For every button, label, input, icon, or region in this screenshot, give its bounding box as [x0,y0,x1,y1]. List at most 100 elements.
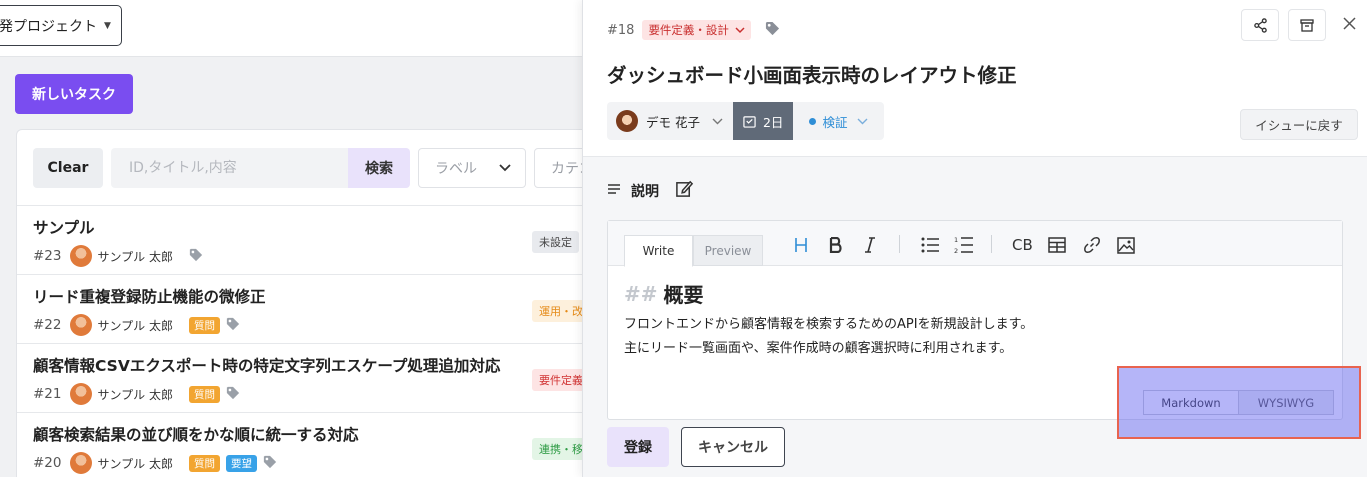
description-header: 説明 [607,179,694,202]
status-badge: 未設定 [532,231,579,253]
code-block-icon[interactable]: CB [1012,234,1033,256]
svg-text:1: 1 [954,236,958,244]
svg-text:2: 2 [954,247,958,254]
assignee-name: デモ 花子 [646,114,700,130]
highlight-overlay [1117,366,1361,439]
tab-preview[interactable]: Preview [693,235,763,266]
category-select[interactable]: カテゴ [534,148,582,188]
issue-id: #18 [607,22,635,38]
task-title: サンプル [33,219,95,237]
description-title: 説明 [631,183,659,200]
task-row[interactable]: 顧客情報CSVエクスポート時の特定文字列エスケープ処理追加対応 #21 サンプル 太… [17,343,582,412]
label-badge: 要望 [225,454,257,472]
tab-write[interactable]: Write [624,235,693,267]
assignee-select[interactable]: デモ 花子 [607,102,733,140]
chevron-down-icon [735,26,745,33]
task-list-pane: 発プロジェクト ▼ 新しいタスク Clear 検索 ラベル カテゴ サンプル #2… [0,0,582,477]
avatar [69,452,92,474]
tag-icon[interactable] [226,317,240,334]
status-badge: 連携・移 [532,438,582,460]
task-id: #22 [33,317,62,333]
archive-button[interactable] [1288,9,1326,41]
link-icon[interactable] [1083,234,1101,256]
status-badge: 要件定義 [532,369,582,391]
chevron-down-icon [857,115,868,128]
bold-icon[interactable] [829,234,842,256]
project-select-label: 発プロジェクト [0,18,97,35]
tag-icon[interactable] [226,386,240,403]
description-section: 説明 Write Preview 1 2 CB ## 概要 フロントエンドから顧… [583,156,1367,477]
task-list: サンプル #23 サンプル 太郎 未設定リード重複登録防止機能の微修正 #22 サンプル … [17,205,582,477]
chevron-down-icon [712,115,723,128]
state-dot [809,117,817,125]
heading-marker: ## [624,281,658,306]
task-user: サンプル 太郎 [97,387,173,402]
close-icon [1342,16,1356,30]
search-input[interactable] [111,148,348,188]
tag-icon[interactable] [263,455,277,472]
task-row[interactable]: リード重複登録防止機能の微修正 #22 サンプル 太郎 質問 運用・改 [17,274,582,343]
content-line: フロントエンドから顧客情報を検索するためのAPIを新規設計します。 [624,317,1034,332]
task-user: サンプル 太郎 [97,249,173,264]
task-id: #21 [33,386,62,402]
new-task-button[interactable]: 新しいタスク [15,74,133,114]
editor-content[interactable]: ## 概要 フロントエンドから顧客情報を検索するためのAPIを新規設計します。 … [624,279,1034,357]
edit-icon[interactable] [675,179,694,202]
label-select-text: ラベル [435,161,477,177]
task-row[interactable]: 顧客検索結果の並び順をかな順に統一する対応 #20 サンプル 太郎 質問 要望 連携・移 [17,412,582,477]
share-icon [1253,17,1267,33]
label-select[interactable]: ラベル [418,148,526,188]
cancel-button[interactable]: キャンセル [681,427,785,467]
content-line: 主にリード一覧画面や、案件作成時の顧客選択時に利用されます。 [624,341,1013,356]
task-meta: #23 サンプル 太郎 [33,245,203,267]
filter-bar: Clear 検索 ラベル カテゴ [33,148,582,188]
task-user: サンプル 太郎 [97,456,173,471]
project-select[interactable]: 発プロジェクト ▼ [0,5,122,46]
editor-toolbar: Write Preview 12 CB [608,221,1342,267]
category-badge[interactable]: 要件定義・設計 [642,20,751,40]
avatar [69,314,92,336]
label-badge: 質問 [188,454,220,472]
table-icon[interactable] [1048,234,1066,256]
state-select[interactable]: 検証 [793,102,884,140]
status-badge: 運用・改 [532,300,582,322]
task-meta: #22 サンプル 太郎 質問 [33,314,240,336]
italic-icon[interactable] [864,234,876,256]
task-id: #20 [33,455,62,471]
bullet-list-icon[interactable] [921,234,940,256]
search-group: 検索 [111,148,410,188]
numbered-list-icon[interactable]: 12 [954,234,974,256]
toolbar-divider [991,235,992,253]
content-heading: ## 概要 [624,279,1033,308]
caret-down-icon: ▼ [104,20,111,31]
archive-icon [1300,18,1314,32]
calendar-icon [743,115,756,128]
submit-button[interactable]: 登録 [607,427,669,467]
task-user: サンプル 太郎 [97,318,173,333]
avatar [69,383,92,405]
label-badge: 質問 [188,316,220,334]
state-label: 検証 [822,114,848,130]
task-card: Clear 検索 ラベル カテゴ サンプル #23 サンプル 太郎 未設定リード重複登… [16,129,582,477]
task-meta: #20 サンプル 太郎 質問 要望 [33,452,277,474]
clear-button[interactable]: Clear [33,148,103,188]
tag-icon[interactable] [765,21,780,40]
image-icon[interactable] [1117,234,1135,256]
back-to-issue-button[interactable]: イシューに戻す [1240,109,1358,140]
close-button[interactable] [1337,9,1361,37]
issue-header: #18 要件定義・設計 [607,20,780,40]
heading-text: 概要 [663,283,704,307]
share-button[interactable] [1241,9,1279,41]
task-title: 顧客情報CSVエクスポート時の特定文字列エスケープ処理追加対応 [33,357,501,375]
due-date-label: 2日 [762,114,784,130]
task-id: #23 [33,248,62,264]
avatar [616,110,638,132]
issue-properties: デモ 花子 2日 検証 [607,102,885,140]
search-button[interactable]: 検索 [348,148,410,188]
tag-icon[interactable] [189,248,203,265]
task-row[interactable]: サンプル #23 サンプル 太郎 未設定 [17,205,582,274]
heading-icon[interactable] [794,234,808,256]
chevron-down-icon [499,161,511,175]
due-date[interactable]: 2日 [732,102,794,140]
task-title: リード重複登録防止機能の微修正 [33,288,266,306]
